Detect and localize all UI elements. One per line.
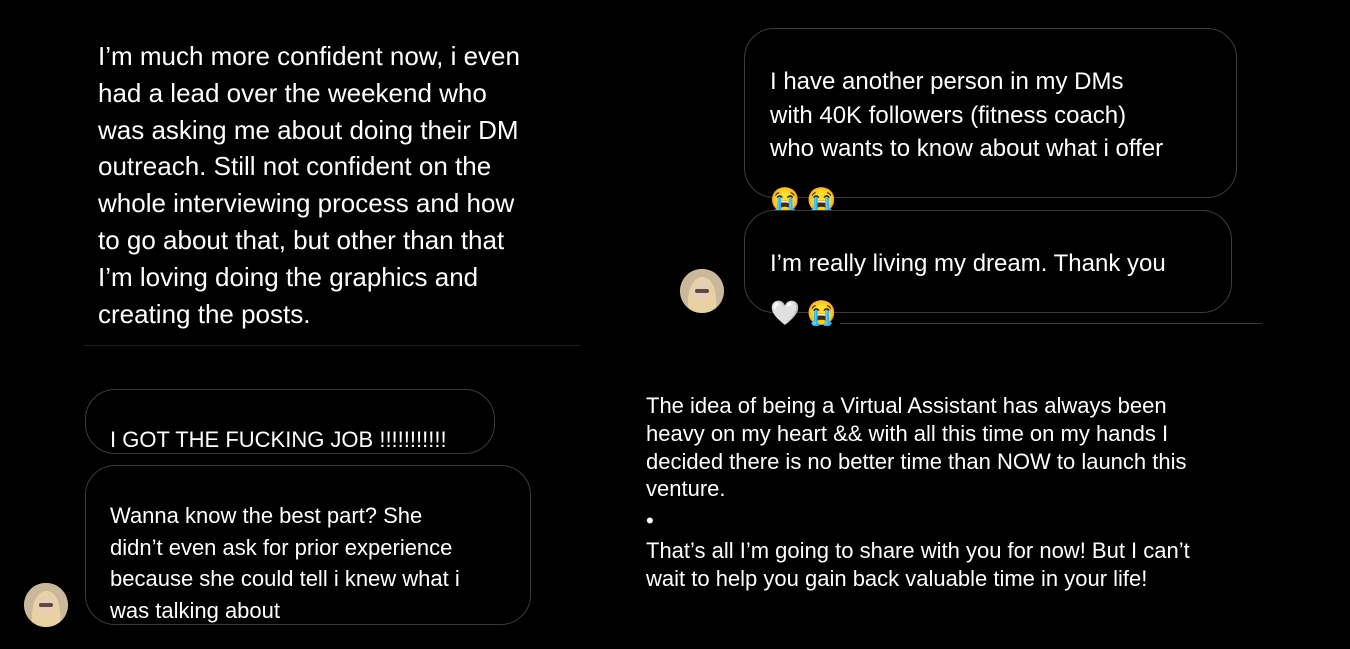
message-bubble-got-job: I GOT THE FUCKING JOB !!!!!!!!!!! bbox=[85, 389, 495, 454]
bullet-separator: • bbox=[646, 508, 654, 533]
message-bubble-living-dream: I’m really living my dream. Thank you 🤍 … bbox=[744, 210, 1232, 327]
avatar bbox=[24, 583, 68, 627]
bubble-text: I have another person in my DMs with 40K… bbox=[770, 68, 1164, 162]
bubble-text: I’m really living my dream. Thank you bbox=[770, 250, 1166, 277]
message-bubble-another-person: I have another person in my DMs with 40K… bbox=[744, 28, 1237, 214]
caption-closing: That’s all I’m going to share with you f… bbox=[646, 538, 1190, 591]
message-bubble-best-part: Wanna know the best part? She didn’t eve… bbox=[85, 465, 531, 625]
bubble-bottom-edge bbox=[84, 345, 580, 346]
heart-crying-emoji: 🤍 😭 bbox=[770, 300, 837, 327]
bubble-text: I GOT THE FUCKING JOB !!!!!!!!!!! bbox=[110, 427, 447, 452]
avatar bbox=[680, 269, 724, 313]
bubble-text: Wanna know the best part? She didn’t eve… bbox=[110, 503, 460, 624]
caption-virtual-assistant: The idea of being a Virtual Assistant ha… bbox=[646, 393, 1187, 502]
divider-line bbox=[840, 323, 1262, 324]
message-confidence: I’m much more confident now, i even had … bbox=[98, 41, 520, 329]
